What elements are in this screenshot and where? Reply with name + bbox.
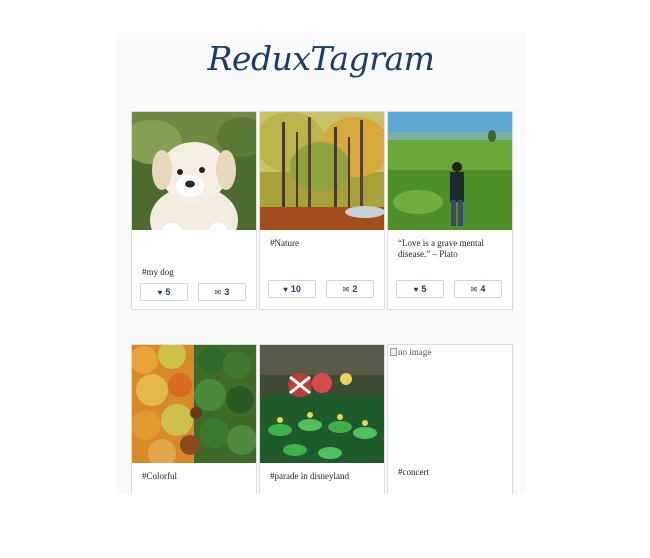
like-count: 5 <box>421 284 427 294</box>
like-button[interactable]: ♥ 10 <box>268 280 316 298</box>
comment-icon: ✉ <box>342 284 350 294</box>
broken-image-icon: no image <box>390 347 431 357</box>
post-actions: ♥ 5 ✉ 3 <box>140 283 248 301</box>
post-photo-missing[interactable]: no image <box>388 345 512 463</box>
comment-count: 3 <box>224 287 230 297</box>
comment-count: 4 <box>480 284 486 294</box>
post-caption: #concert <box>398 467 429 477</box>
post-photo-forest[interactable] <box>260 112 384 230</box>
post-photo-parade[interactable] <box>260 345 384 463</box>
image-alt-text: no image <box>398 347 432 357</box>
post-caption: #Colorful <box>142 471 177 481</box>
post-photo-field[interactable] <box>388 112 512 230</box>
post-card: no image #concert <box>387 344 513 494</box>
post-photo-autumn-trees[interactable] <box>132 345 256 463</box>
post-photo-dog[interactable] <box>132 112 256 230</box>
heart-icon: ♥ <box>157 287 163 297</box>
like-button[interactable]: ♥ 5 <box>140 283 188 301</box>
post-card: #parade in disneyland <box>259 344 385 494</box>
post-card: “Love is a grave mental disease.” – Plat… <box>387 111 513 310</box>
post-card: #Nature ♥ 10 ✉ 2 <box>259 111 385 310</box>
post-caption: “Love is a grave mental disease.” – Plat… <box>398 238 484 259</box>
heart-icon: ♥ <box>413 284 419 294</box>
app-title[interactable]: ReduxTagram <box>116 39 526 78</box>
comment-icon: ✉ <box>214 287 222 297</box>
comments-button[interactable]: ✉ 3 <box>198 283 246 301</box>
post-actions: ♥ 10 ✉ 2 <box>268 280 376 298</box>
comment-icon: ✉ <box>470 284 478 294</box>
post-card: #my dog ♥ 5 ✉ 3 <box>131 111 257 310</box>
post-caption: #parade in disneyland <box>270 471 349 481</box>
post-caption: #Nature <box>270 238 299 248</box>
like-count: 10 <box>290 284 301 294</box>
like-button[interactable]: ♥ 5 <box>396 280 444 298</box>
like-count: 5 <box>165 287 171 297</box>
comments-button[interactable]: ✉ 4 <box>454 280 502 298</box>
post-caption: #my dog <box>142 267 174 277</box>
post-card: #Colorful <box>131 344 257 494</box>
heart-icon: ♥ <box>283 284 288 294</box>
app-container: ReduxTagram #my dog ♥ 5 ✉ 3 #Nature ♥ 10… <box>116 33 526 494</box>
comment-count: 2 <box>352 284 358 294</box>
post-actions: ♥ 5 ✉ 4 <box>396 280 504 298</box>
comments-button[interactable]: ✉ 2 <box>326 280 374 298</box>
